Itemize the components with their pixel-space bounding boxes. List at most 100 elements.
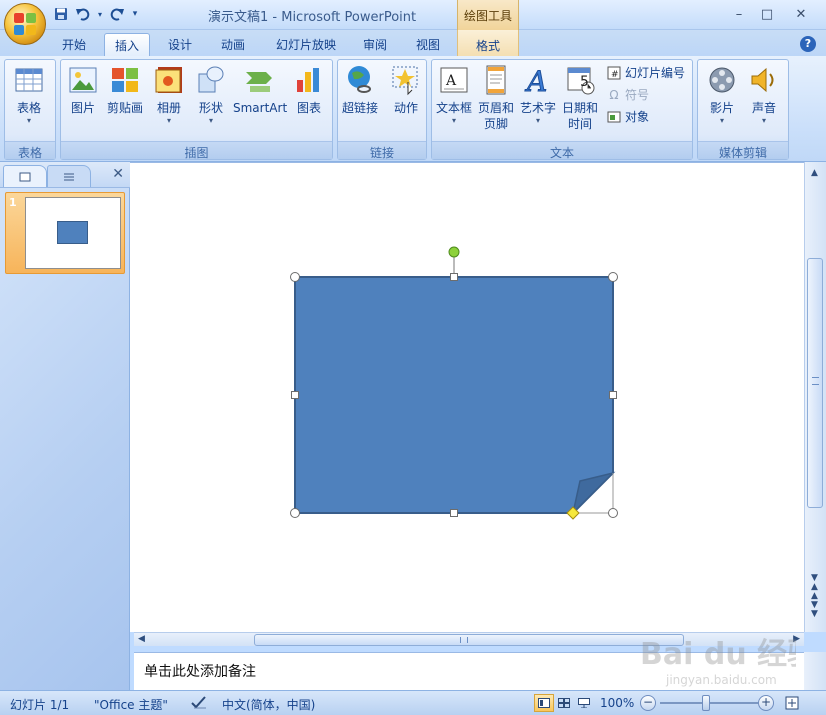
resize-handle-top[interactable] bbox=[450, 273, 458, 281]
help-icon[interactable]: ? bbox=[800, 36, 816, 52]
slide-number-label: 幻灯片编号 bbox=[625, 66, 686, 80]
vertical-scroll-thumb[interactable] bbox=[807, 258, 823, 508]
tab-review[interactable]: 审阅 bbox=[354, 33, 396, 56]
sound-button[interactable]: 声音 ▾ bbox=[748, 64, 780, 126]
chart-button[interactable]: 图表 bbox=[293, 64, 325, 116]
slideshow-icon bbox=[578, 698, 590, 708]
close-window-button[interactable]: ✕ bbox=[784, 4, 818, 24]
textbox-label: 文本框 bbox=[436, 101, 473, 115]
close-pane-button[interactable]: ✕ bbox=[112, 166, 124, 182]
zoom-level[interactable]: 100% bbox=[600, 696, 634, 710]
rotation-handle[interactable] bbox=[448, 246, 460, 258]
horizontal-scrollbar[interactable]: ◀ ▶ bbox=[134, 632, 804, 646]
group-label-text: 文本 bbox=[432, 141, 692, 160]
folded-corner-shape[interactable] bbox=[294, 276, 614, 514]
dropdown-arrow-icon: ▾ bbox=[761, 116, 766, 125]
wordart-button[interactable]: A 艺术字 ▾ bbox=[520, 64, 556, 126]
tab-slideshow[interactable]: 幻灯片放映 bbox=[266, 33, 346, 56]
movie-label: 影片 bbox=[709, 101, 734, 115]
clipart-button[interactable]: 剪贴画 bbox=[107, 64, 143, 116]
group-illustrations: 图片 剪贴画 相册 ▾ 形状 ▾ SmartArt 图表 插图 bbox=[60, 59, 333, 160]
picture-label: 图片 bbox=[70, 101, 95, 115]
table-icon bbox=[15, 68, 43, 92]
hyperlink-globe-icon bbox=[348, 66, 371, 93]
scroll-up-icon[interactable]: ▲ bbox=[811, 168, 818, 178]
film-reel-icon bbox=[709, 67, 735, 93]
zoom-in-button[interactable]: + bbox=[758, 695, 774, 711]
status-theme: "Office 主题" bbox=[94, 698, 168, 712]
resize-handle-top-left[interactable] bbox=[290, 272, 300, 282]
slide-thumbnail-item[interactable]: 1 bbox=[5, 192, 125, 274]
textbox-button[interactable]: A 文本框 ▾ bbox=[436, 64, 472, 126]
slide-sorter-view-button[interactable] bbox=[554, 694, 574, 712]
wordart-icon: A bbox=[524, 65, 548, 97]
object-label: 对象 bbox=[625, 110, 650, 124]
slides-tab-icon bbox=[19, 172, 31, 181]
undo-dropdown-icon[interactable]: ▾ bbox=[96, 6, 104, 22]
zoom-out-button[interactable]: − bbox=[640, 695, 656, 711]
tab-format[interactable]: 格式 bbox=[457, 30, 519, 56]
tab-design[interactable]: 设计 bbox=[158, 33, 202, 56]
smartart-button[interactable]: SmartArt bbox=[233, 64, 287, 116]
dropdown-arrow-icon: ▾ bbox=[452, 116, 457, 125]
symbol-button[interactable]: Ω 符号 bbox=[606, 86, 649, 103]
scroll-right-icon[interactable]: ▶ bbox=[793, 634, 800, 644]
save-icon[interactable] bbox=[52, 6, 70, 22]
office-button[interactable] bbox=[4, 3, 46, 45]
slide-number-button[interactable]: # 幻灯片编号 bbox=[606, 64, 685, 81]
tab-slides[interactable] bbox=[3, 165, 47, 187]
scroll-down-icons[interactable]: ▼ ▲ ▲ ▼ ▼ bbox=[811, 574, 818, 619]
group-label-media: 媒体剪辑 bbox=[698, 141, 788, 160]
fit-window-icon bbox=[785, 696, 799, 710]
zoom-slider-thumb[interactable] bbox=[702, 695, 710, 711]
omega-icon: Ω bbox=[609, 87, 619, 102]
shapes-button[interactable]: 形状 ▾ bbox=[195, 64, 227, 126]
undo-icon[interactable] bbox=[74, 6, 92, 22]
spellcheck-icon[interactable] bbox=[190, 694, 208, 713]
dropdown-arrow-icon: ▾ bbox=[719, 116, 724, 125]
tab-insert[interactable]: 插入 bbox=[104, 33, 150, 56]
wordart-label: 艺术字 bbox=[520, 101, 557, 115]
header-footer-label-1: 页眉和 bbox=[478, 101, 515, 115]
tab-animations[interactable]: 动画 bbox=[210, 33, 256, 56]
hyperlink-button[interactable]: 超链接 bbox=[342, 64, 378, 116]
clipart-label: 剪贴画 bbox=[107, 101, 144, 115]
redo-icon[interactable] bbox=[108, 6, 126, 22]
photo-album-button[interactable]: 相册 ▾ bbox=[153, 64, 185, 126]
tab-view[interactable]: 视图 bbox=[406, 33, 450, 56]
customize-qat-icon[interactable]: ▾ bbox=[130, 6, 140, 22]
shapes-icon bbox=[198, 66, 224, 93]
resize-handle-bottom-left[interactable] bbox=[290, 508, 300, 518]
sound-label: 声音 bbox=[751, 101, 776, 115]
scroll-left-icon[interactable]: ◀ bbox=[138, 634, 145, 644]
fit-to-window-button[interactable] bbox=[782, 694, 802, 712]
movie-button[interactable]: 影片 ▾ bbox=[706, 64, 738, 126]
picture-button[interactable]: 图片 bbox=[67, 64, 99, 116]
slide-canvas[interactable] bbox=[130, 162, 804, 632]
notes-pane[interactable]: 单击此处添加备注 bbox=[134, 652, 804, 690]
action-button[interactable]: 动作 bbox=[390, 64, 422, 116]
object-button[interactable]: 对象 bbox=[606, 108, 649, 125]
vertical-scrollbar[interactable]: ▲ ▼ ▲ ▲ ▼ ▼ bbox=[804, 162, 826, 632]
header-footer-button[interactable]: 页眉和 页脚 bbox=[478, 64, 514, 132]
notes-scrollbar[interactable] bbox=[804, 652, 826, 690]
group-label-links: 链接 bbox=[338, 141, 426, 160]
status-language[interactable]: 中文(简体，中国) bbox=[222, 696, 315, 713]
tab-outline[interactable] bbox=[47, 165, 91, 187]
resize-handle-left[interactable] bbox=[291, 391, 299, 399]
action-star-icon bbox=[392, 66, 418, 96]
maximize-button[interactable]: □ bbox=[750, 4, 784, 24]
tab-home[interactable]: 开始 bbox=[52, 33, 96, 56]
resize-handle-bottom-right[interactable] bbox=[608, 508, 618, 518]
resize-handle-right[interactable] bbox=[609, 391, 617, 399]
slide-thumbnail bbox=[25, 197, 121, 269]
dropdown-arrow-icon: ▾ bbox=[536, 116, 541, 125]
horizontal-scroll-thumb[interactable] bbox=[254, 634, 684, 646]
resize-handle-bottom[interactable] bbox=[450, 509, 458, 517]
slide-svg bbox=[290, 246, 618, 520]
resize-handle-top-right[interactable] bbox=[608, 272, 618, 282]
normal-view-button[interactable] bbox=[534, 694, 554, 712]
table-button[interactable]: 表格 ▾ bbox=[13, 64, 45, 126]
slideshow-view-button[interactable] bbox=[574, 694, 594, 712]
header-footer-label-2: 页脚 bbox=[484, 117, 509, 131]
